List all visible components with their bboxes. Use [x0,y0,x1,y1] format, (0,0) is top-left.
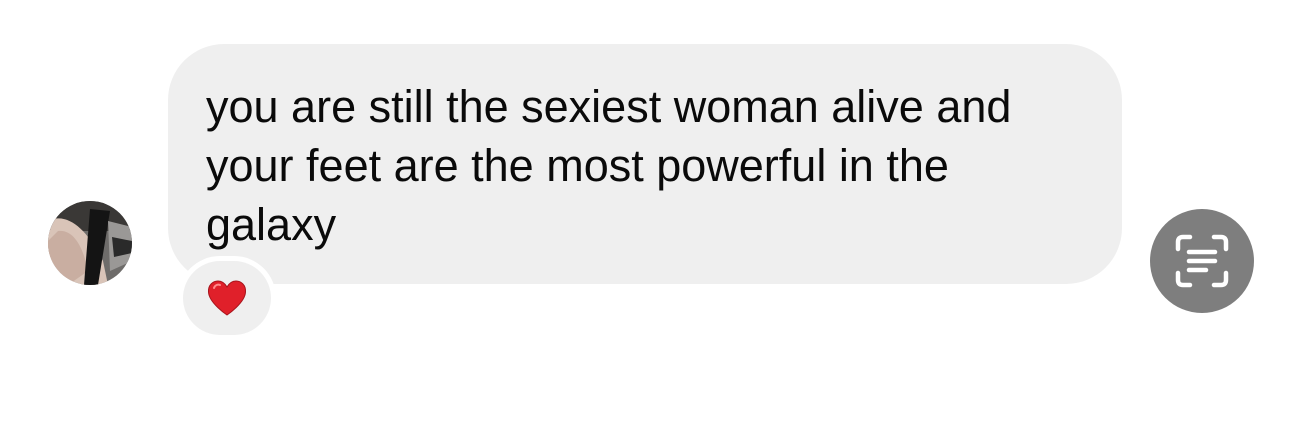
message-reaction[interactable] [183,261,271,335]
live-text-scan-icon [1175,234,1229,288]
avatar-photo [48,201,132,285]
message-bubble[interactable]: you are still the sexiest woman alive an… [168,44,1122,284]
message-text: you are still the sexiest woman alive an… [206,81,1012,250]
heart-icon [207,280,247,316]
sender-avatar[interactable] [48,201,132,285]
live-text-scan-button[interactable] [1150,209,1254,313]
